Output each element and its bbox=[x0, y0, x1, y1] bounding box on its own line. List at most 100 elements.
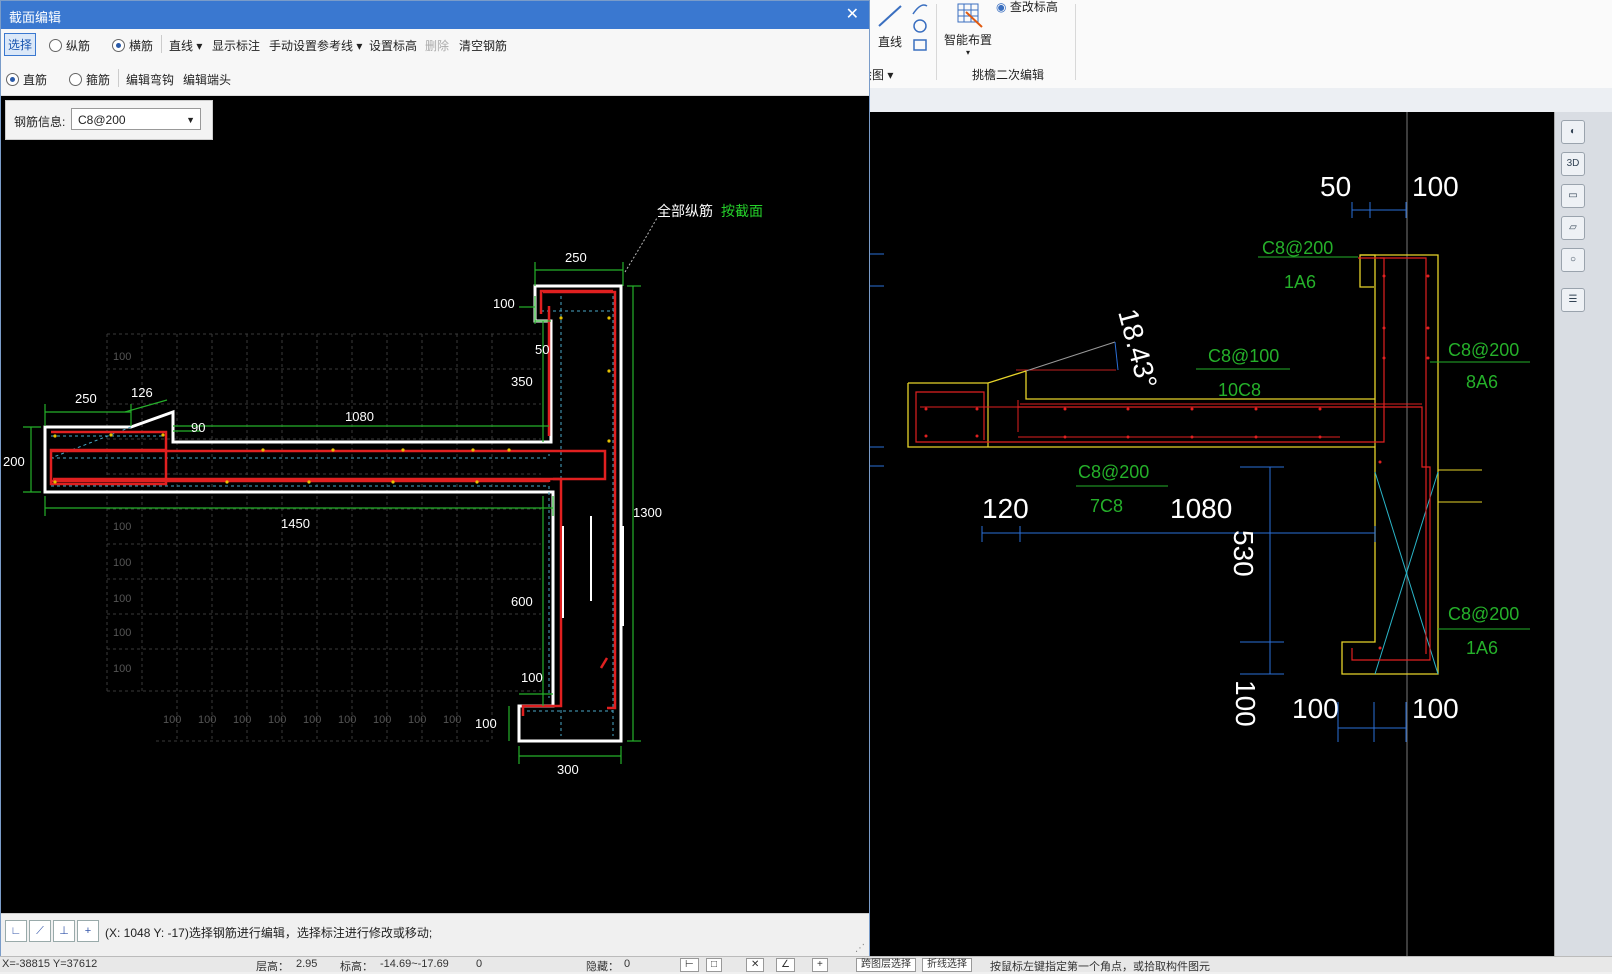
rebar-info-value: C8@200 bbox=[78, 113, 126, 127]
close-icon[interactable]: ✕ bbox=[846, 4, 859, 24]
hidden-value: 0 bbox=[624, 958, 631, 970]
label-8a6: 8A6 bbox=[1466, 372, 1498, 392]
grid-label: 100 bbox=[338, 714, 356, 726]
smart-layout-label: 智能布置 bbox=[943, 33, 992, 47]
straight-radio[interactable]: 直筋 bbox=[6, 71, 47, 88]
dim-100-b: 100 bbox=[521, 670, 543, 685]
edit-hook-button[interactable]: 编辑弯钩 bbox=[126, 71, 174, 88]
smart-layout-button[interactable]: 智能布置 ▾ bbox=[940, 0, 996, 57]
dim-1080: 1080 bbox=[345, 409, 374, 424]
dialog-title: 截面编辑 bbox=[9, 10, 62, 25]
note-all-longitudinal: 全部纵筋 bbox=[657, 203, 713, 219]
resize-grip-icon[interactable]: ⋰ bbox=[855, 943, 865, 954]
ortho-toggle[interactable]: ⊢ bbox=[680, 958, 699, 972]
grid-label: 100 bbox=[198, 714, 216, 726]
rebar-info-select[interactable]: C8@200 ▼ bbox=[71, 108, 201, 130]
longitudinal-label: 纵筋 bbox=[66, 39, 91, 53]
dim-120: 120 bbox=[982, 493, 1029, 524]
note-by-section[interactable]: 按截面 bbox=[721, 203, 763, 219]
angle-label: 18.43° bbox=[1112, 306, 1163, 393]
check-elev-button[interactable]: ◉ 查改标高 bbox=[996, 0, 1066, 15]
line-label: 直线 bbox=[877, 35, 902, 49]
straight-label: 直筋 bbox=[23, 73, 48, 87]
arc-icons bbox=[912, 4, 928, 51]
dim-126: 126 bbox=[131, 385, 153, 400]
label-c8-200-b: C8@200 bbox=[1448, 340, 1519, 360]
dim-530: 530 bbox=[1228, 530, 1259, 577]
status-message: (X: 1048 Y: -17)选择钢筋进行编辑，选择标注进行修改或移动; bbox=[105, 926, 433, 940]
stirrup-label: 箍筋 bbox=[86, 73, 111, 87]
ribbon-gap bbox=[870, 88, 1612, 112]
orbit-icon[interactable]: ◐ bbox=[1561, 120, 1585, 144]
rebar-info-panel: 钢筋信息: C8@200 ▼ bbox=[5, 100, 213, 140]
dim-100-left: 100 bbox=[1230, 680, 1261, 727]
command-hint: 按鼠标左键指定第一个角点，或拾取构件图元 bbox=[990, 961, 1210, 973]
dim-100-top: 100 bbox=[1412, 171, 1459, 202]
edit-end-button[interactable]: 编辑端头 bbox=[183, 71, 231, 88]
grid-label: 100 bbox=[113, 627, 131, 639]
section-drawing: 100 100 100 100 100 100 100 100 100 100 … bbox=[3, 203, 763, 777]
polyline-select[interactable]: 折线选择 bbox=[922, 958, 972, 972]
count-value: 0 bbox=[476, 958, 483, 970]
grid-label: 100 bbox=[233, 714, 251, 726]
section-edit-dialog: 截面编辑 ✕ 选择 纵筋 横筋 直线 ▾ 显示标注 手动设置参考线 ▾ 设置标高… bbox=[0, 0, 870, 956]
elev-value: -14.69~-17.69 bbox=[380, 958, 449, 970]
right-toolbar: ◐ 3D ▭ ▱ ○ ☰ bbox=[1554, 112, 1612, 956]
dim-250-top: 250 bbox=[565, 250, 587, 265]
perpendicular-icon[interactable]: ⊥ bbox=[53, 920, 75, 942]
arc-tools[interactable] bbox=[908, 0, 932, 63]
snap-icon[interactable]: + bbox=[77, 920, 99, 942]
elev-label: 标高： bbox=[340, 961, 373, 973]
dim-300: 300 bbox=[557, 762, 579, 777]
section-canvas[interactable]: 100 100 100 100 100 100 100 100 100 100 … bbox=[1, 96, 869, 913]
dim-100-bl: 100 bbox=[1292, 693, 1339, 724]
delete-button[interactable]: 删除 bbox=[425, 37, 449, 54]
label-c8-200-d: C8@200 bbox=[1448, 604, 1519, 624]
grid-label: 100 bbox=[113, 521, 131, 533]
floor-height-label: 层高： bbox=[256, 961, 289, 973]
dialog-titlebar[interactable]: 截面编辑 ✕ bbox=[1, 1, 869, 29]
radio-icon bbox=[69, 73, 82, 86]
circle-view-icon[interactable]: ○ bbox=[1561, 248, 1585, 272]
check-elev-label: 查改标高 bbox=[1009, 0, 1058, 14]
main-cad-canvas[interactable]: 50 100 120 1080 530 100 100 100 18.43° C… bbox=[870, 112, 1554, 956]
clear-rebar-button[interactable]: 清空钢筋 bbox=[459, 37, 507, 54]
longitudinal-radio[interactable]: 纵筋 bbox=[49, 37, 90, 54]
floor-height-value: 2.95 bbox=[296, 958, 318, 970]
dim-100-a: 100 bbox=[493, 296, 515, 311]
set-elev-button[interactable]: 设置标高 bbox=[369, 37, 417, 54]
axis-toggle[interactable]: + bbox=[812, 958, 828, 972]
toolbar-row-1: 选择 纵筋 横筋 直线 ▾ 显示标注 手动设置参考线 ▾ 设置标高 删除 清空钢… bbox=[1, 29, 869, 60]
cross-layer-select[interactable]: 跨图层选择 bbox=[856, 958, 916, 972]
box-view-icon[interactable]: ▭ bbox=[1561, 184, 1585, 208]
dim-50: 50 bbox=[1320, 171, 1351, 202]
line-dropdown[interactable]: 直线 ▾ bbox=[169, 37, 202, 54]
chevron-down-icon: ▼ bbox=[186, 115, 195, 125]
angle-icon[interactable]: ⟋ bbox=[29, 920, 51, 942]
label-7c8: 7C8 bbox=[1090, 496, 1123, 516]
dim-600: 600 bbox=[511, 594, 533, 609]
check-elev-icon: ◉ bbox=[996, 0, 1007, 14]
dim-100-br: 100 bbox=[1412, 693, 1459, 724]
ortho-icon[interactable]: ∟ bbox=[5, 920, 27, 942]
group2-label: 挑檐二次编辑 bbox=[972, 68, 1045, 82]
grid-toggle[interactable]: ✕ bbox=[746, 958, 765, 972]
stirrup-radio[interactable]: 箍筋 bbox=[69, 71, 110, 88]
label-1a6-a: 1A6 bbox=[1284, 272, 1316, 292]
rebar-info-label: 钢筋信息: bbox=[14, 115, 66, 129]
manual-ref-dropdown[interactable]: 手动设置参考线 ▾ bbox=[269, 37, 362, 54]
grid-label: 100 bbox=[303, 714, 321, 726]
dim-1080: 1080 bbox=[1170, 493, 1232, 524]
view-3d-icon[interactable]: 3D bbox=[1561, 152, 1585, 176]
layers-icon[interactable]: ☰ bbox=[1561, 288, 1585, 312]
transverse-radio[interactable]: 横筋 bbox=[112, 37, 153, 54]
angle-toggle[interactable]: ∠ bbox=[776, 958, 795, 972]
dim-1450: 1450 bbox=[281, 516, 310, 531]
snap-toggle[interactable]: □ bbox=[706, 958, 723, 972]
line-button[interactable]: 直线 bbox=[870, 2, 910, 50]
select-button[interactable]: 选择 bbox=[4, 33, 37, 56]
label-c8-200-c: C8@200 bbox=[1078, 462, 1149, 482]
dim-50: 50 bbox=[535, 342, 549, 357]
plane-view-icon[interactable]: ▱ bbox=[1561, 216, 1585, 240]
show-dim-button[interactable]: 显示标注 bbox=[212, 37, 260, 54]
